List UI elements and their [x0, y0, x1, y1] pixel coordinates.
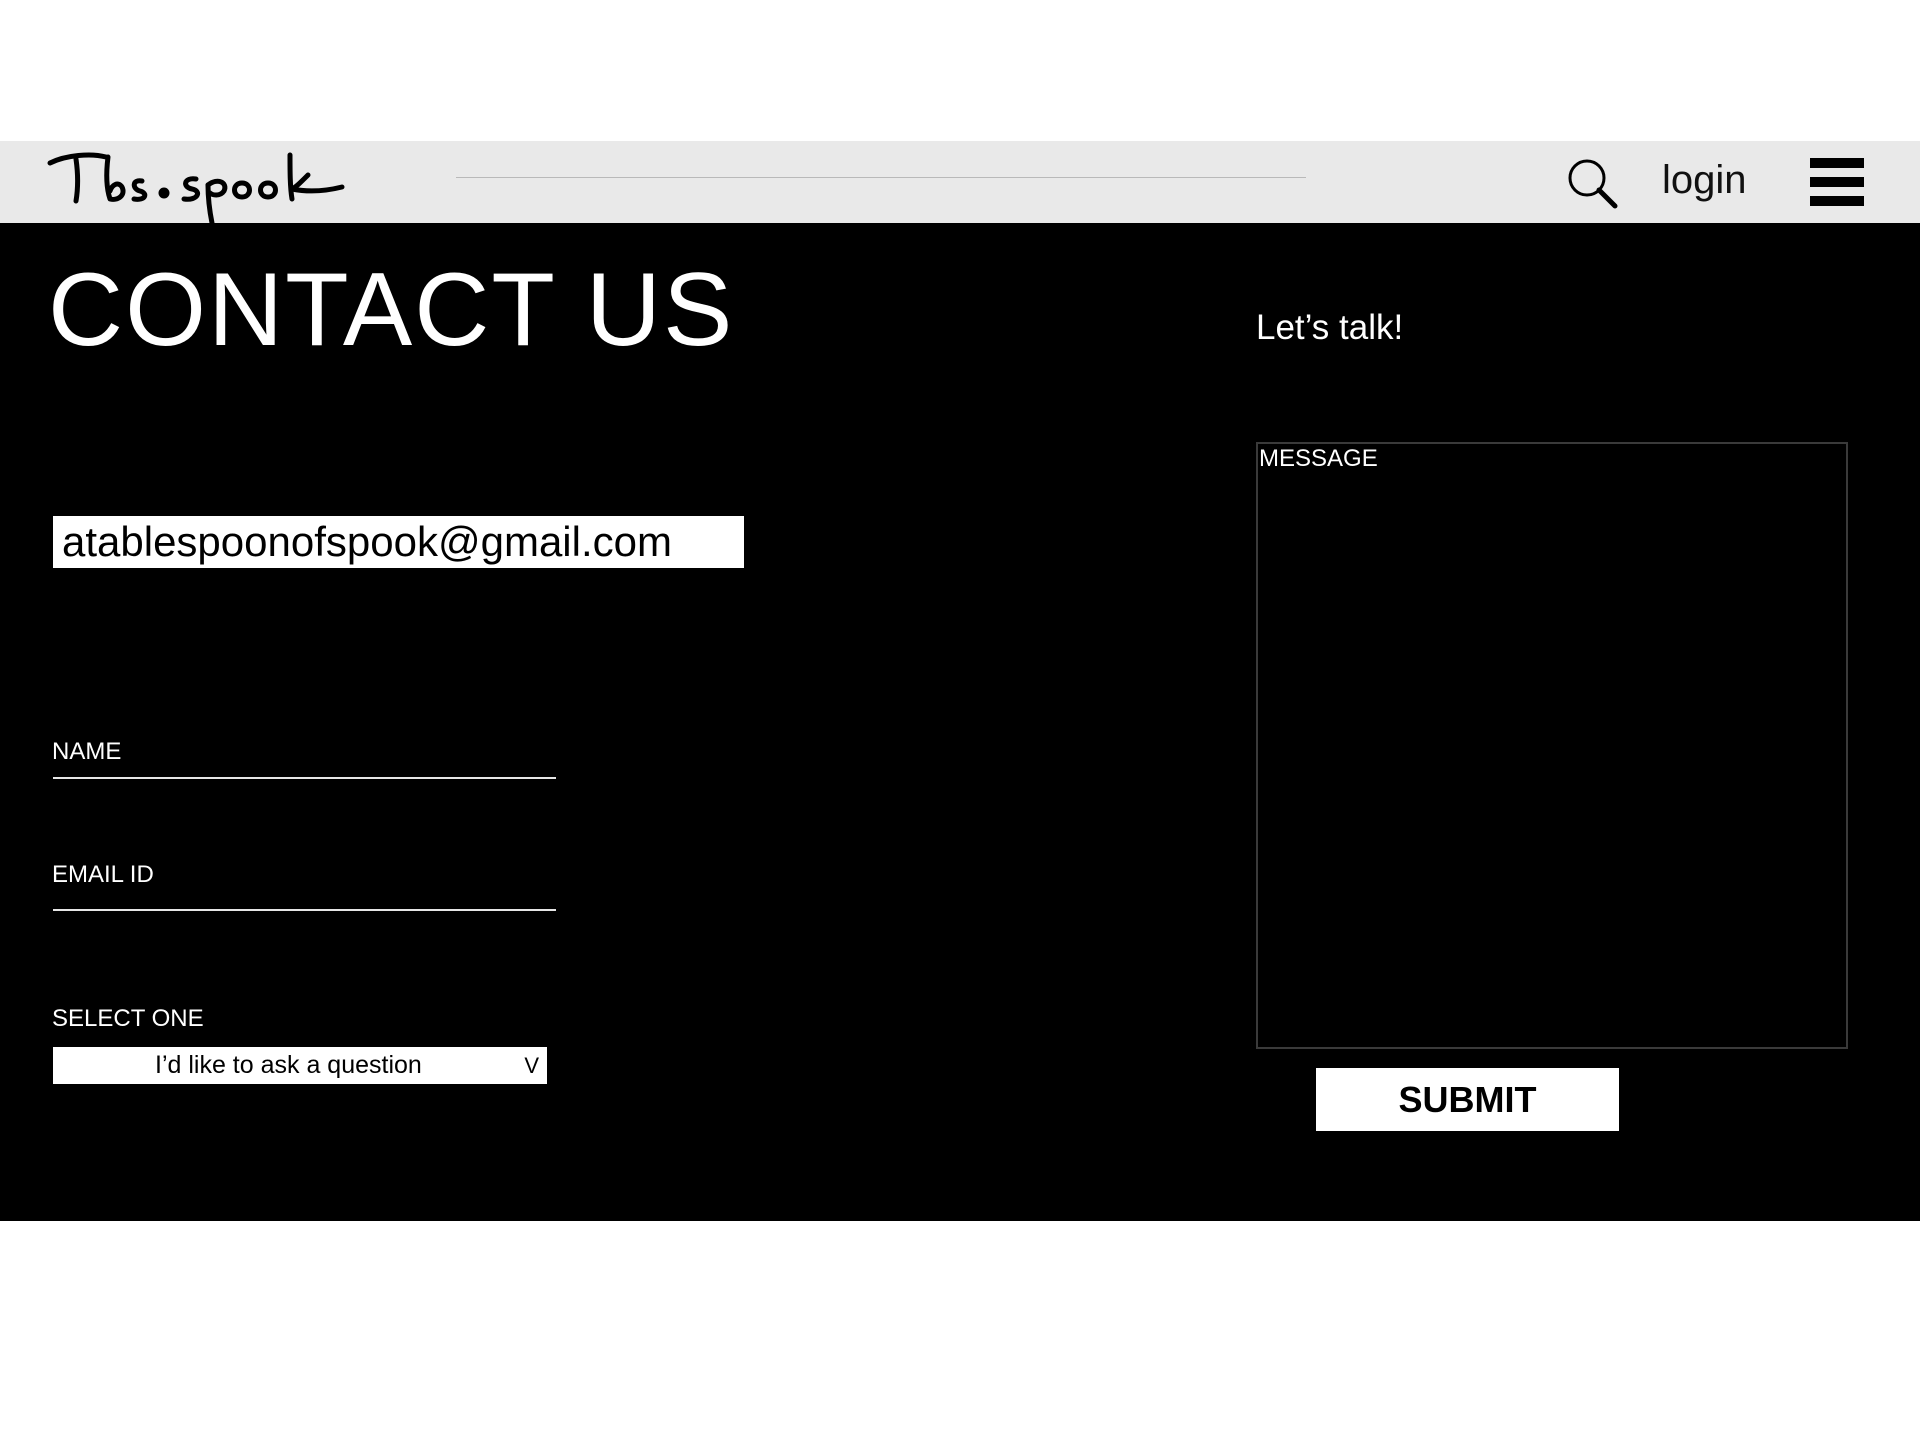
name-field[interactable]: [53, 777, 556, 779]
menu-bar: [1810, 158, 1864, 168]
logo-signature-icon: [47, 152, 345, 225]
tagline: Let’s talk!: [1256, 308, 1404, 347]
header-divider: [456, 177, 1306, 178]
select-value: I’d like to ask a question: [155, 1051, 422, 1079]
menu-bar: [1810, 196, 1864, 206]
email-field[interactable]: [53, 909, 556, 911]
site-logo[interactable]: [46, 145, 348, 225]
menu-bar: [1810, 177, 1864, 187]
name-label: NAME: [52, 738, 122, 765]
contact-email[interactable]: atablespoonofspook@gmail.com: [53, 516, 744, 568]
select-label: SELECT ONE: [52, 1005, 204, 1032]
site-header: login: [0, 141, 1920, 225]
login-link[interactable]: login: [1662, 155, 1747, 205]
chevron-down-icon: V: [524, 1053, 539, 1078]
submit-button[interactable]: SUBMIT: [1316, 1068, 1619, 1131]
hamburger-menu-icon[interactable]: [1810, 158, 1864, 206]
message-textarea[interactable]: MESSAGE: [1256, 442, 1848, 1049]
search-icon[interactable]: [1566, 157, 1618, 209]
inquiry-type-select[interactable]: I’d like to ask a question V: [53, 1047, 547, 1084]
contact-section: CONTACT US Let’s talk! atablespoonofspoo…: [0, 223, 1920, 1221]
message-label: MESSAGE: [1259, 445, 1378, 472]
page-title: CONTACT US: [48, 252, 735, 368]
email-label: EMAIL ID: [52, 861, 154, 888]
